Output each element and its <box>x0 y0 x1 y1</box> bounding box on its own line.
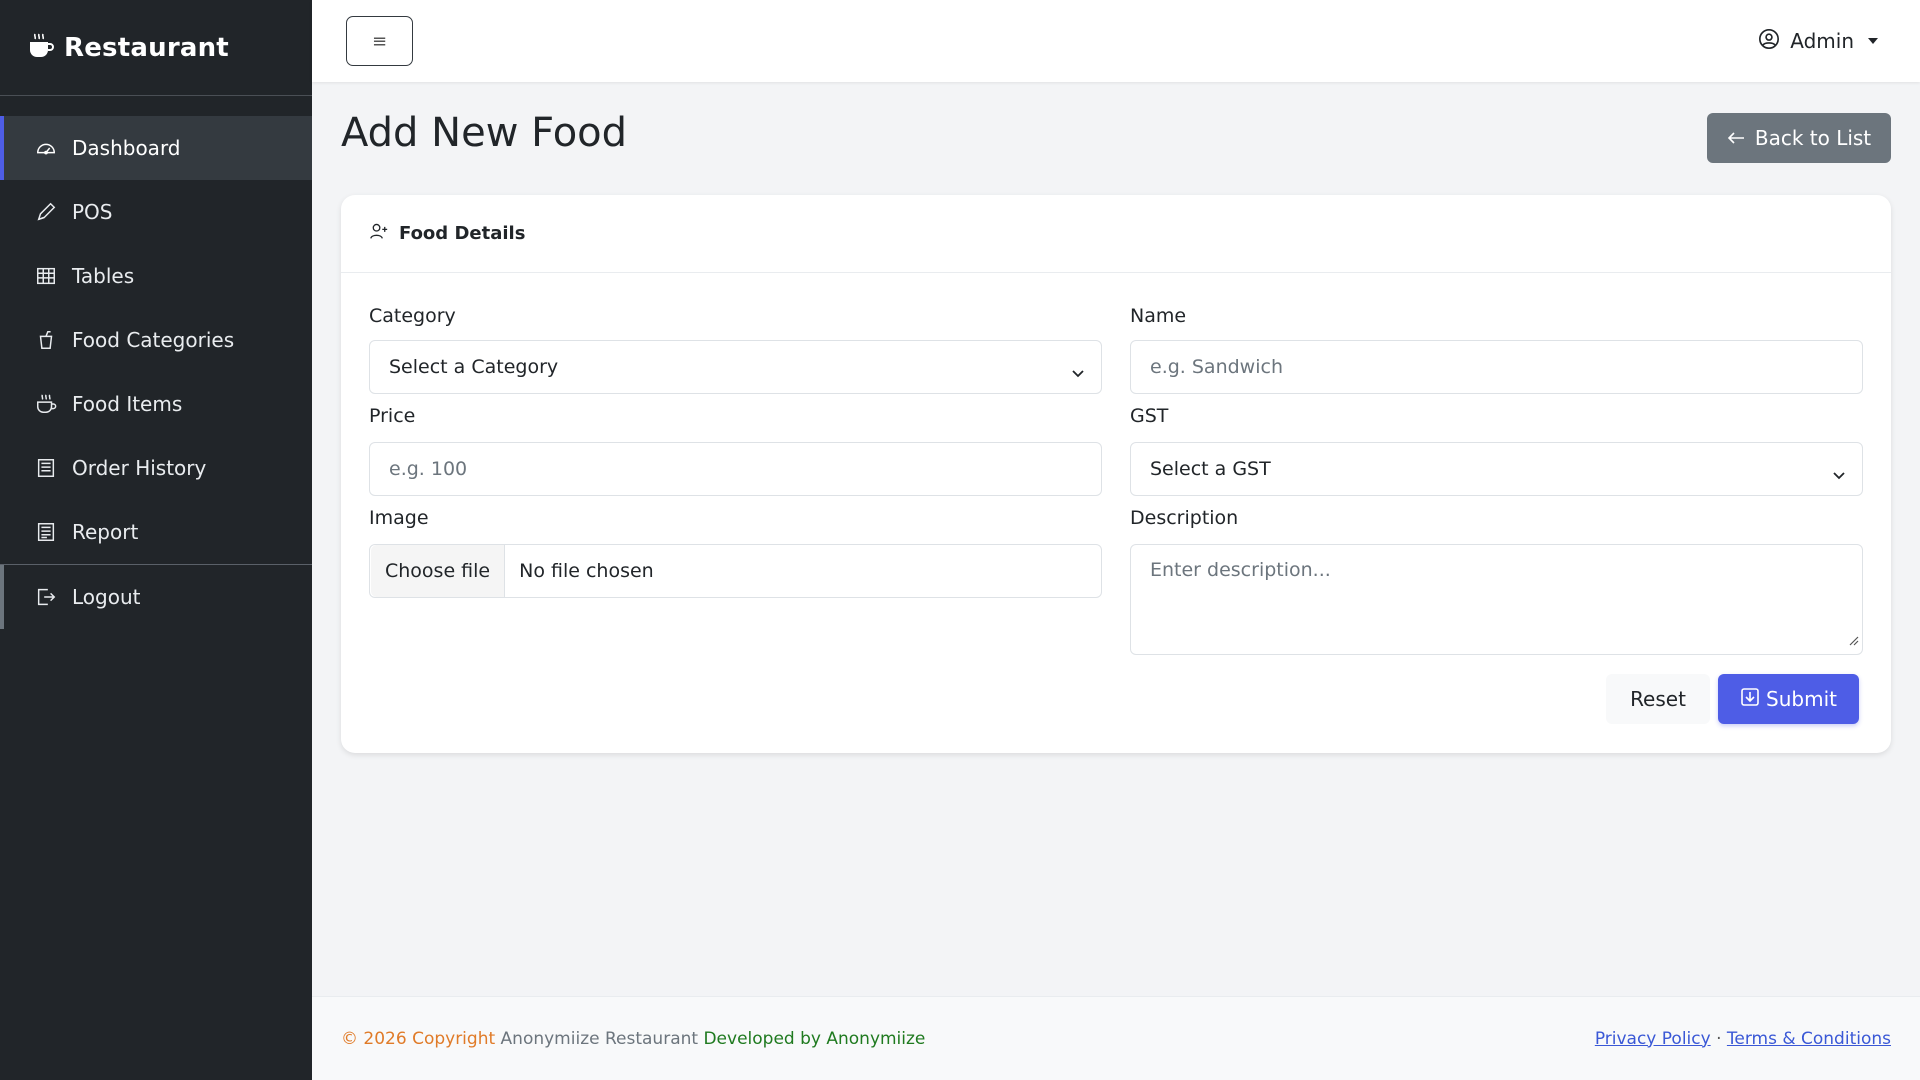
pencil-icon <box>34 200 58 224</box>
food-details-card: Food Details Category Select a Category … <box>341 195 1891 753</box>
sidebar: Restaurant Dashboard POS Tables Food Cat… <box>0 0 312 1080</box>
category-select[interactable]: Select a Category <box>369 340 1102 394</box>
choose-file-button[interactable]: Choose file <box>371 545 506 597</box>
sidebar-item-tables[interactable]: Tables <box>0 244 312 308</box>
gauge-icon <box>34 136 58 160</box>
price-input[interactable]: e.g. 100 <box>369 442 1102 496</box>
copyright-text: © 2026 Copyright <box>341 1028 496 1049</box>
sidebar-item-label: Food Items <box>72 392 183 416</box>
user-name: Admin <box>1790 29 1854 53</box>
topbar: ≡ Admin <box>312 0 1920 82</box>
receipt-icon <box>34 456 58 480</box>
gst-select[interactable]: Select a GST <box>1130 442 1863 496</box>
submit-button[interactable]: Submit <box>1718 674 1859 724</box>
developer-credit: Developed by Anonymiize <box>703 1028 926 1049</box>
terms-link[interactable]: Terms & Conditions <box>1727 1029 1891 1049</box>
chevron-down-icon <box>1832 463 1846 485</box>
resize-grip-icon[interactable] <box>1847 629 1859 651</box>
sidebar-item-pos[interactable]: POS <box>0 180 312 244</box>
sidebar-item-order-history[interactable]: Order History <box>0 436 312 500</box>
image-label: Image <box>369 507 429 529</box>
category-value: Select a Category <box>389 356 559 378</box>
file-status: No file chosen <box>519 560 654 582</box>
name-input[interactable]: e.g. Sandwich <box>1130 340 1863 394</box>
menu-icon: ≡ <box>371 30 388 52</box>
hot-cup-icon <box>34 392 58 416</box>
user-menu[interactable]: Admin <box>1758 28 1878 55</box>
gst-value: Select a GST <box>1150 458 1271 480</box>
submit-label: Submit <box>1766 687 1837 711</box>
sidebar-item-dashboard[interactable]: Dashboard <box>0 116 312 180</box>
page-title: Add New Food <box>341 110 628 156</box>
sidebar-item-label: POS <box>72 200 113 224</box>
footer-copyright: © 2026 Copyright Anonymiize Restaurant D… <box>341 1029 925 1049</box>
price-label: Price <box>369 405 416 427</box>
description-placeholder: Enter description... <box>1150 559 1331 581</box>
sidebar-item-logout[interactable]: Logout <box>0 565 312 629</box>
sidebar-nav: Dashboard POS Tables Food Categories Foo… <box>0 96 312 629</box>
sidebar-item-food-categories[interactable]: Food Categories <box>0 308 312 372</box>
main-content: Add New Food Back to List Food Details C… <box>312 82 1920 996</box>
description-textarea[interactable]: Enter description... <box>1130 544 1863 655</box>
category-label: Category <box>369 305 456 327</box>
brand[interactable]: Restaurant <box>0 0 312 96</box>
report-icon <box>34 520 58 544</box>
sidebar-item-label: Order History <box>72 456 207 480</box>
footer: © 2026 Copyright Anonymiize Restaurant D… <box>312 996 1920 1080</box>
cup-icon <box>34 328 58 352</box>
sidebar-item-report[interactable]: Report <box>0 500 312 564</box>
back-to-list-button[interactable]: Back to List <box>1707 113 1891 163</box>
footer-separator: · <box>1716 1028 1722 1049</box>
logout-icon <box>34 585 58 609</box>
sidebar-item-label: Tables <box>72 264 135 288</box>
table-grid-icon <box>34 264 58 288</box>
card-title: Food Details <box>399 223 526 244</box>
user-plus-icon <box>369 222 389 245</box>
coffee-cup-icon <box>28 32 54 64</box>
brand-name: Restaurant <box>64 32 229 63</box>
sidebar-toggle-button[interactable]: ≡ <box>346 16 413 66</box>
card-header: Food Details <box>341 195 1891 273</box>
sidebar-item-label: Dashboard <box>72 136 181 160</box>
footer-brand: Anonymiize Restaurant <box>500 1028 699 1049</box>
description-label: Description <box>1130 507 1239 529</box>
gst-label: GST <box>1130 405 1169 427</box>
sidebar-item-label: Food Categories <box>72 328 235 352</box>
back-to-list-label: Back to List <box>1754 126 1872 150</box>
sidebar-item-label: Report <box>72 520 139 544</box>
privacy-policy-link[interactable]: Privacy Policy <box>1595 1029 1711 1049</box>
image-file-input[interactable]: Choose file No file chosen <box>369 544 1102 598</box>
chevron-down-icon <box>1071 361 1085 383</box>
user-circle-icon <box>1758 28 1780 55</box>
caret-down-icon <box>1868 38 1878 44</box>
reset-button[interactable]: Reset <box>1606 674 1710 724</box>
sidebar-item-food-items[interactable]: Food Items <box>0 372 312 436</box>
save-icon <box>1740 687 1760 712</box>
arrow-left-icon <box>1727 126 1745 150</box>
price-placeholder: e.g. 100 <box>389 458 468 480</box>
name-label: Name <box>1130 305 1187 327</box>
sidebar-item-label: Logout <box>72 585 141 609</box>
name-placeholder: e.g. Sandwich <box>1150 356 1283 378</box>
footer-links: Privacy Policy · Terms & Conditions <box>1595 1029 1891 1049</box>
